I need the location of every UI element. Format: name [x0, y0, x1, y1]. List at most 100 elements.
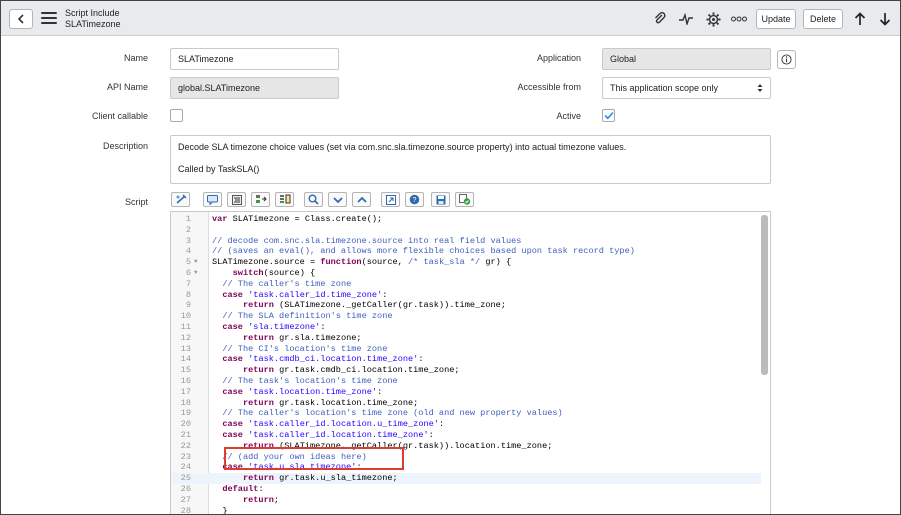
- accessible-from-select[interactable]: This application scope only: [602, 77, 771, 99]
- application-info-button[interactable]: [777, 50, 796, 69]
- code-line[interactable]: 18 return gr.task.location.time_zone;: [171, 398, 761, 409]
- line-number: 9: [185, 300, 191, 311]
- code-line[interactable]: 9 return (SLATimezone._getCaller(gr.task…: [171, 300, 761, 311]
- code-line[interactable]: 19 // The caller's location's time zone …: [171, 408, 761, 419]
- script-debugger-button[interactable]: [171, 192, 190, 207]
- code-line[interactable]: 4 // (saves an eval(), and allows more fl…: [171, 246, 761, 257]
- fullscreen-button[interactable]: [381, 192, 400, 207]
- arrow-down-icon[interactable]: [877, 11, 893, 27]
- code-line[interactable]: 20 case 'task.caller_id.location.u_time_…: [171, 419, 761, 430]
- code-line[interactable]: 12 return gr.sla.timezone;: [171, 333, 761, 344]
- code-text: case 'task.caller_id.location.u_time_zon…: [222, 419, 445, 430]
- code-text: return (SLATimezone._getCaller(gr.task))…: [242, 300, 506, 311]
- more-icon[interactable]: [731, 11, 747, 27]
- code-text: return gr.task.u_sla_timezone;: [242, 473, 398, 484]
- help-icon: ?: [409, 194, 420, 205]
- line-number: 15: [180, 365, 191, 376]
- line-number: 6: [185, 268, 191, 278]
- code-line[interactable]: 10 // The SLA definition's time zone: [171, 311, 761, 322]
- code-text: return gr.task.location.time_zone;: [242, 397, 419, 408]
- back-icon: [17, 14, 24, 24]
- script-include-form-window: Script Include SLATimezone Update Delete…: [0, 0, 901, 515]
- paperclip-icon[interactable]: [652, 11, 668, 27]
- activity-icon[interactable]: [678, 11, 694, 27]
- help-button[interactable]: ?: [405, 192, 424, 207]
- record-type-title: Script Include: [65, 8, 120, 18]
- code-line[interactable]: 8 case 'task.caller_id.time_zone':: [171, 290, 761, 301]
- description-field[interactable]: Decode SLA timezone choice values (set v…: [170, 135, 771, 184]
- format-button[interactable]: [227, 192, 246, 207]
- code-text: // The SLA definition's time zone: [222, 311, 393, 322]
- code-line[interactable]: 21 case 'task.caller_id.location.time_zo…: [171, 430, 761, 441]
- code-line[interactable]: 11 case 'sla.timezone':: [171, 322, 761, 333]
- code-text: case 'task.caller_id.time_zone':: [222, 289, 388, 300]
- code-text: // decode com.snc.sla.timezone.source in…: [212, 235, 522, 246]
- line-number: 25: [180, 473, 191, 484]
- accessible-from-label: Accessible from: [517, 82, 581, 92]
- replace-button[interactable]: [251, 192, 270, 207]
- arrow-up-icon[interactable]: [852, 11, 868, 27]
- code-line[interactable]: 2: [171, 225, 761, 236]
- code-text: // The CI's location's time zone: [222, 343, 388, 354]
- unfold-button[interactable]: [352, 192, 371, 207]
- code-line[interactable]: 28 }: [171, 506, 761, 514]
- fold-button[interactable]: [328, 192, 347, 207]
- line-number: 26: [180, 484, 191, 494]
- code-line[interactable]: 14 case 'task.cmdb_ci.location.time_zone…: [171, 354, 761, 365]
- line-number: 19: [180, 408, 191, 419]
- line-number: 7: [185, 278, 191, 289]
- client-callable-label: Client callable: [91, 111, 148, 121]
- code-text: // (saves an eval(), and allows more fle…: [212, 246, 635, 257]
- code-line[interactable]: 27 return;: [171, 495, 761, 506]
- client-callable-checkbox[interactable]: [170, 109, 183, 122]
- fold-toggle-icon[interactable]: ▼: [194, 268, 198, 279]
- code-line[interactable]: 15 return gr.task.cmdb_ci.location.time_…: [171, 365, 761, 376]
- api-name-label: API Name: [106, 82, 148, 92]
- replace-all-button[interactable]: [275, 192, 294, 207]
- api-name-field: global.SLATimezone: [170, 77, 339, 99]
- code-line[interactable]: 1 var SLATimezone = Class.create();: [171, 214, 761, 225]
- code-line[interactable]: 6 ▼ switch(source) {: [171, 268, 761, 279]
- code-line[interactable]: 16 // The task's location's time zone: [171, 376, 761, 387]
- script-debugger-icon: [176, 194, 187, 204]
- code-line[interactable]: 17 case 'task.location.time_zone':: [171, 387, 761, 398]
- code-line[interactable]: 5 ▼ SLATimezone.source = function(source, …: [171, 257, 761, 268]
- update-button[interactable]: Update: [756, 9, 796, 29]
- save-button[interactable]: [431, 192, 450, 207]
- replace-icon: [255, 195, 267, 203]
- accessible-from-value: This application scope only: [610, 83, 719, 93]
- gear-icon[interactable]: [705, 11, 721, 27]
- code-line[interactable]: 13 // The CI's location's time zone: [171, 344, 761, 355]
- line-number: 11: [180, 322, 191, 332]
- back-button[interactable]: [9, 9, 33, 29]
- line-number: 1: [185, 214, 191, 224]
- menu-icon[interactable]: [41, 12, 57, 24]
- fullscreen-icon: [385, 194, 396, 205]
- active-checkbox[interactable]: [602, 109, 615, 122]
- line-number: 23: [180, 451, 191, 462]
- comment-button[interactable]: [203, 192, 222, 207]
- line-number: 13: [180, 343, 191, 354]
- description-text-line: Called by TaskSLA(): [178, 164, 260, 174]
- line-number: 27: [180, 494, 191, 505]
- code-text: case 'task.cmdb_ci.location.time_zone':: [222, 354, 424, 365]
- code-text: SLATimezone.source = function(source, /*…: [212, 257, 512, 268]
- editor-scrollbar[interactable]: [761, 215, 768, 375]
- code-line[interactable]: 25 return gr.task.u_sla_timezone;: [171, 473, 761, 484]
- search-button[interactable]: [304, 192, 323, 207]
- line-number: 4: [185, 246, 191, 257]
- syntax-check-button[interactable]: [455, 192, 474, 207]
- unfold-icon: [356, 196, 367, 203]
- code-text: return gr.sla.timezone;: [242, 332, 362, 343]
- code-line[interactable]: 3 // decode com.snc.sla.timezone.source i…: [171, 236, 761, 247]
- code-text: case 'sla.timezone':: [222, 322, 326, 332]
- code-line[interactable]: 26 default:: [171, 484, 761, 495]
- form-header: Script Include SLATimezone Update Delete: [1, 1, 900, 36]
- line-number: 21: [180, 430, 191, 440]
- delete-button[interactable]: Delete: [803, 9, 843, 29]
- code-text: return;: [242, 494, 280, 505]
- name-field[interactable]: SLATimezone: [170, 48, 339, 70]
- line-number: 5: [185, 257, 191, 268]
- code-line[interactable]: 7 // The caller's time zone: [171, 279, 761, 290]
- fold-toggle-icon[interactable]: ▼: [194, 257, 198, 268]
